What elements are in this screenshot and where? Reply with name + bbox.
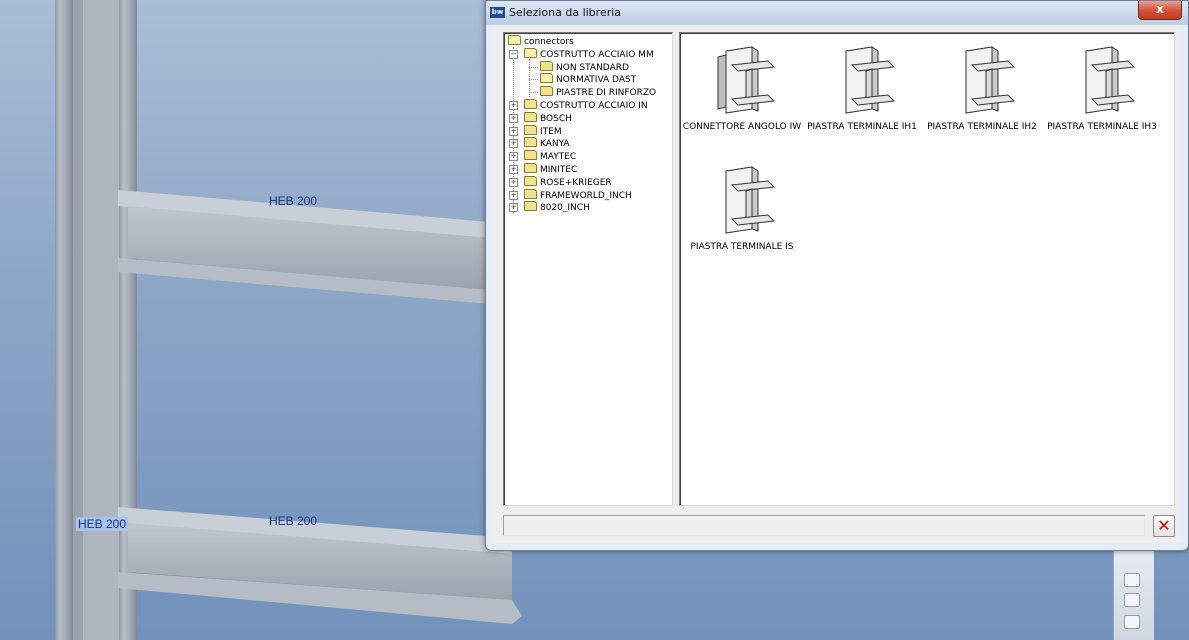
folder-icon xyxy=(524,111,537,122)
tree-expander-icon[interactable]: + xyxy=(509,113,518,123)
library-item[interactable]: PIASTRA TERMINALE IS xyxy=(682,159,802,269)
tree-node-label: COSTRUTTO ACCIAIO MM xyxy=(540,49,654,60)
library-item-label: PIASTRA TERMINALE IH3 xyxy=(1047,122,1157,132)
beam-label-upper: HEB 200 xyxy=(269,194,318,208)
library-item[interactable]: PIASTRA TERMINALE IH1 xyxy=(802,39,922,149)
tree-node[interactable]: NON STANDARD xyxy=(540,60,629,74)
library-item-label: CONNETTORE ANGOLO IW xyxy=(682,122,802,132)
close-icon: x xyxy=(1156,2,1164,16)
tree-node[interactable]: FRAMEWORLD_INCH xyxy=(524,188,632,202)
connector-thumbnail-icon xyxy=(717,46,776,114)
tree-expander-icon[interactable]: + xyxy=(509,190,518,200)
folder-icon xyxy=(524,47,537,58)
library-item-grid[interactable]: CONNETTORE ANGOLO IW PIASTRA TERMINALE IH… xyxy=(679,32,1175,506)
tree-node-label: MINITEC xyxy=(540,165,578,175)
tree-node-label: ROSE+KRIEGER xyxy=(540,177,612,188)
connector-thumbnail-icon xyxy=(845,46,896,114)
tree-node[interactable]: COSTRUTTO ACCIAIO MM xyxy=(524,47,654,61)
connector-thumbnail-icon xyxy=(725,166,776,234)
tree-node-label: ITEM xyxy=(540,126,562,137)
tree-node[interactable]: ITEM xyxy=(524,124,562,138)
tree-expander-icon[interactable]: + xyxy=(509,177,518,187)
tree-node[interactable]: COSTRUTTO ACCIAIO IN xyxy=(524,99,648,112)
library-item-label: PIASTRA TERMINALE IH1 xyxy=(807,122,917,132)
dialog-client: connectors − COSTRUTTO ACCIAIO MM NON STAND… xyxy=(493,25,1181,543)
folder-icon xyxy=(540,73,553,84)
tree-node-label: connectors xyxy=(524,37,574,47)
tree-expander-icon[interactable]: + xyxy=(509,203,518,213)
library-item[interactable]: CONNETTORE ANGOLO IW xyxy=(682,39,802,149)
tree-node-label: COSTRUTTO ACCIAIO IN xyxy=(540,101,648,111)
toolbar-shape-icon[interactable] xyxy=(1124,573,1140,587)
library-dialog: bw Seleziona da libreria x connectors − CO… xyxy=(485,0,1189,551)
library-item[interactable]: PIASTRA TERMINALE IH3 xyxy=(1042,39,1162,149)
library-item[interactable]: PIASTRA TERMINALE IH2 xyxy=(922,39,1042,149)
library-item-label: PIASTRA TERMINALE IS xyxy=(690,242,794,252)
folder-icon xyxy=(540,86,553,97)
tree-expander-icon[interactable]: + xyxy=(509,101,518,110)
tree-node-label: NORMATIVA DAST xyxy=(556,75,637,86)
folder-icon xyxy=(524,163,537,173)
connector-thumbnail-icon xyxy=(965,46,1016,114)
tree-expander-icon[interactable]: + xyxy=(509,139,518,149)
toolbar-arrow-icon[interactable] xyxy=(1124,593,1140,607)
toolbar-table-icon[interactable] xyxy=(1124,615,1140,629)
folder-icon xyxy=(524,201,537,212)
folder-icon xyxy=(524,124,537,135)
cancel-button[interactable]: ✕ xyxy=(1153,515,1175,537)
tree-node[interactable]: MAYTEC xyxy=(524,150,576,163)
tree-node[interactable]: MINITEC xyxy=(524,163,577,176)
folder-icon xyxy=(524,175,537,186)
library-tree[interactable]: connectors − COSTRUTTO ACCIAIO MM NON STAND… xyxy=(503,32,673,506)
tree-expander-icon[interactable]: + xyxy=(509,152,518,162)
dialog-titlebar[interactable]: bw Seleziona da libreria x xyxy=(486,1,1188,25)
beam-label-lower: HEB 200 xyxy=(269,514,318,528)
side-toolbar xyxy=(1113,545,1154,640)
column-label: HEB 200 xyxy=(76,517,129,531)
tree-node-label: KANYA xyxy=(540,139,570,150)
close-button[interactable]: x xyxy=(1138,1,1182,20)
folder-icon xyxy=(524,150,537,161)
folder-icon xyxy=(524,99,537,109)
tree-node[interactable]: NORMATIVA DAST xyxy=(540,73,636,86)
tree-node[interactable]: connectors xyxy=(508,35,574,48)
app-logo-icon: bw xyxy=(490,7,505,18)
tree-node[interactable]: KANYA xyxy=(524,137,570,150)
status-field xyxy=(503,515,1145,536)
folder-icon xyxy=(540,60,553,71)
tree-node[interactable]: BOSCH xyxy=(524,111,572,125)
tree-node-label: NON STANDARD xyxy=(556,62,629,73)
folder-icon xyxy=(508,35,521,45)
tree-node-label: MAYTEC xyxy=(540,152,577,163)
connector-thumbnail-icon xyxy=(1085,46,1136,114)
folder-icon xyxy=(524,137,537,148)
tree-expander-icon[interactable]: + xyxy=(509,126,518,136)
folder-icon xyxy=(524,188,537,199)
cancel-icon: ✕ xyxy=(1157,516,1171,535)
column-flange-left xyxy=(55,0,73,640)
tree-node-label: FRAMEWORLD_INCH xyxy=(540,190,632,201)
tree-expander-icon[interactable]: − xyxy=(509,49,518,59)
dialog-title: Seleziona da libreria xyxy=(509,6,622,19)
tree-node-label: 8020_INCH xyxy=(540,203,590,214)
tree-node[interactable]: PIASTRE DI RINFORZO xyxy=(540,86,656,99)
tree-expander-icon[interactable]: + xyxy=(509,165,518,174)
tree-node[interactable]: ROSE+KRIEGER xyxy=(524,175,612,189)
tree-node[interactable]: 8020_INCH xyxy=(524,201,590,214)
tree-node-label: PIASTRE DI RINFORZO xyxy=(556,88,657,99)
tree-node-label: BOSCH xyxy=(540,113,572,124)
library-item-label: PIASTRA TERMINALE IH2 xyxy=(927,122,1037,132)
